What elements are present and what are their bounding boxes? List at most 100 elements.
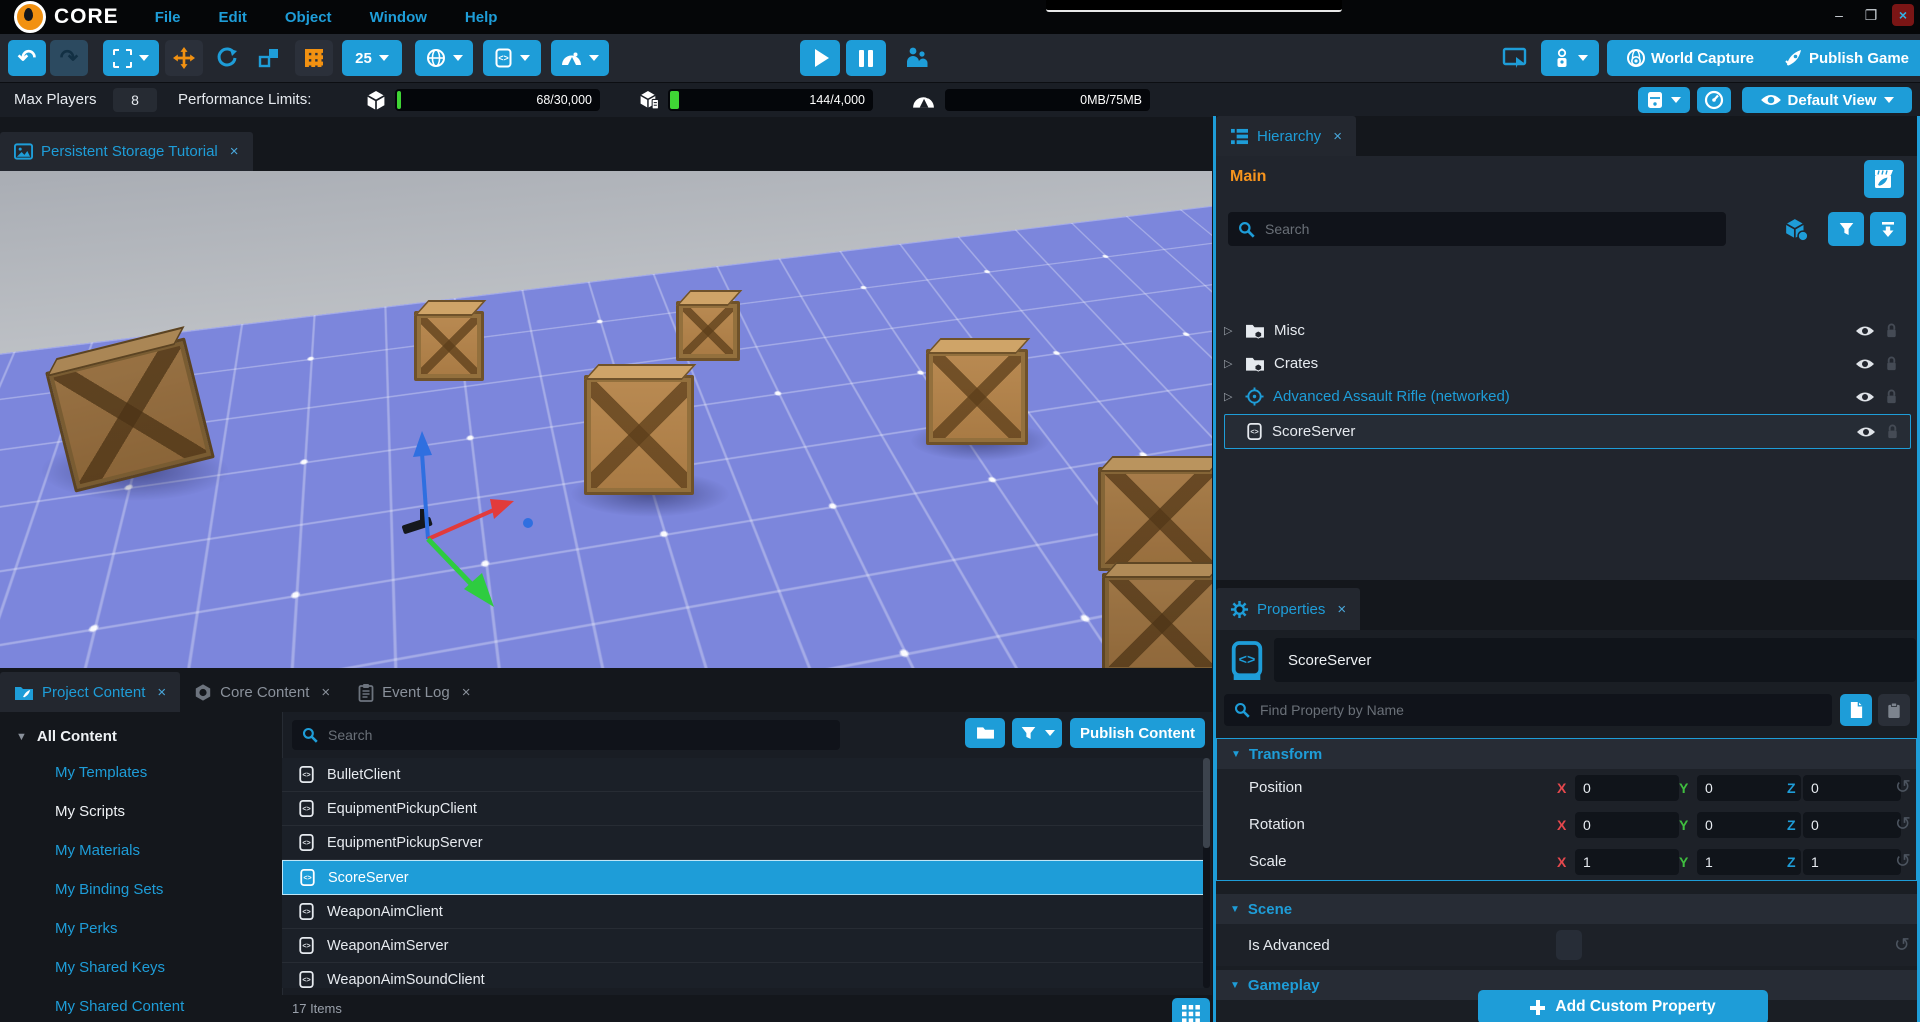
transform-gizmo[interactable] xyxy=(360,421,590,621)
3d-viewport[interactable] xyxy=(0,171,1212,668)
menu-edit[interactable]: Edit xyxy=(219,9,247,26)
tree-item-my-shared-content[interactable]: My Shared Content xyxy=(0,987,282,1022)
script-dropdown[interactable]: <> xyxy=(483,40,541,76)
file-row-selected[interactable]: <> ScoreServer xyxy=(282,860,1204,895)
undo-button[interactable]: ↶ xyxy=(8,40,46,76)
window-minimize-button[interactable]: – xyxy=(1828,4,1850,26)
scrollbar-thumb[interactable] xyxy=(1203,758,1210,848)
find-property-search[interactable] xyxy=(1224,694,1832,726)
reset-icon[interactable]: ↺ xyxy=(1894,934,1910,957)
select-tool-button[interactable] xyxy=(103,40,159,76)
rotation-z-input[interactable] xyxy=(1803,812,1901,838)
scale-y-input[interactable] xyxy=(1697,849,1801,875)
position-z-input[interactable] xyxy=(1803,775,1901,801)
close-tab-icon[interactable]: × xyxy=(1333,128,1342,145)
tree-item-my-shared-keys[interactable]: My Shared Keys xyxy=(0,948,282,987)
crate[interactable] xyxy=(414,311,484,381)
scene-section-header[interactable]: ▼ Scene xyxy=(1216,894,1917,924)
tree-root-all-content[interactable]: ▼ All Content xyxy=(0,712,282,745)
publish-content-button[interactable]: Publish Content xyxy=(1070,718,1205,748)
paste-properties-button[interactable] xyxy=(1878,694,1910,726)
world-settings-dropdown[interactable] xyxy=(415,40,473,76)
transform-section-header[interactable]: ▼ Transform xyxy=(1217,739,1916,769)
hierarchy-item-scoreserver[interactable]: ▷ <> ScoreServer xyxy=(1224,414,1911,449)
redo-button[interactable]: ↷ xyxy=(50,40,88,76)
menu-object[interactable]: Object xyxy=(285,9,332,26)
multiplayer-preview-button[interactable] xyxy=(896,40,936,76)
scale-z-input[interactable] xyxy=(1803,849,1901,875)
filter-dropdown-button[interactable] xyxy=(1012,718,1062,748)
tab-event-log[interactable]: Event Log × xyxy=(344,672,484,712)
performance-gauge-button[interactable] xyxy=(1697,87,1731,113)
add-custom-property-button[interactable]: Add Custom Property xyxy=(1478,990,1768,1022)
file-row[interactable]: <> WeaponAimServer xyxy=(282,929,1204,963)
hierarchy-search-input[interactable] xyxy=(1263,211,1726,247)
close-tab-icon[interactable]: × xyxy=(230,143,239,160)
tab-persistent-storage-tutorial[interactable]: Persistent Storage Tutorial × xyxy=(0,132,253,171)
find-property-input[interactable] xyxy=(1258,693,1832,727)
grid-snap-button[interactable] xyxy=(295,40,333,76)
scale-tool-button[interactable] xyxy=(250,40,288,76)
tab-properties[interactable]: Properties × xyxy=(1216,588,1360,630)
close-tab-icon[interactable]: × xyxy=(321,684,330,701)
expand-triangle-icon[interactable]: ▷ xyxy=(1224,324,1236,337)
visibility-eye-icon[interactable] xyxy=(1855,324,1875,338)
reset-icon[interactable]: ↺ xyxy=(1895,850,1911,873)
lock-icon[interactable] xyxy=(1885,423,1900,440)
window-restore-button[interactable]: ❐ xyxy=(1860,4,1882,26)
networked-object-toggle-icon[interactable] xyxy=(1784,218,1810,242)
bot-tools-dropdown[interactable] xyxy=(1541,40,1599,76)
menu-file[interactable]: File xyxy=(155,9,181,26)
visibility-eye-icon[interactable] xyxy=(1855,357,1875,371)
hierarchy-filter-button[interactable] xyxy=(1828,212,1864,246)
rotation-x-input[interactable] xyxy=(1575,812,1679,838)
is-advanced-checkbox[interactable] xyxy=(1556,930,1582,960)
position-y-input[interactable] xyxy=(1697,775,1801,801)
lock-icon[interactable] xyxy=(1884,355,1899,372)
save-dropdown-button[interactable] xyxy=(1638,87,1690,113)
crate[interactable] xyxy=(1098,467,1212,571)
menu-help[interactable]: Help xyxy=(465,9,498,26)
publish-game-button[interactable]: Publish Game xyxy=(1757,40,1920,76)
reset-icon[interactable]: ↺ xyxy=(1895,776,1911,799)
hierarchy-item-misc[interactable]: ▷ Misc xyxy=(1224,314,1909,347)
visibility-eye-icon[interactable] xyxy=(1855,390,1875,404)
hierarchy-search[interactable] xyxy=(1228,212,1726,246)
lock-icon[interactable] xyxy=(1884,388,1899,405)
expand-triangle-icon[interactable]: ▷ xyxy=(1224,357,1236,370)
terrain-dropdown[interactable] xyxy=(551,40,609,76)
copy-properties-button[interactable] xyxy=(1840,694,1872,726)
close-tab-icon[interactable]: × xyxy=(462,684,471,701)
crate[interactable] xyxy=(676,301,740,361)
reset-icon[interactable]: ↺ xyxy=(1895,813,1911,836)
crate[interactable] xyxy=(926,349,1028,445)
close-tab-icon[interactable]: × xyxy=(157,684,166,701)
file-row[interactable]: <> BulletClient xyxy=(282,758,1204,792)
screen-share-button[interactable] xyxy=(1495,40,1535,76)
rotation-y-input[interactable] xyxy=(1697,812,1801,838)
file-row[interactable]: <> EquipmentPickupClient xyxy=(282,792,1204,826)
grid-view-button[interactable] xyxy=(1172,998,1210,1022)
tree-item-my-materials[interactable]: My Materials xyxy=(0,831,282,870)
window-close-button[interactable]: × xyxy=(1892,4,1914,26)
tab-project-content[interactable]: Project Content × xyxy=(0,672,180,712)
file-list-scrollbar[interactable] xyxy=(1203,758,1210,988)
hierarchy-root-label[interactable]: Main xyxy=(1230,168,1266,186)
play-button[interactable] xyxy=(800,40,840,76)
visibility-eye-icon[interactable] xyxy=(1856,425,1876,439)
tab-hierarchy[interactable]: Hierarchy × xyxy=(1216,116,1356,156)
tab-core-content[interactable]: Core Content × xyxy=(180,672,344,712)
position-x-input[interactable] xyxy=(1575,775,1679,801)
file-row[interactable]: <> WeaponAimClient xyxy=(282,895,1204,929)
crate[interactable] xyxy=(584,375,694,495)
open-folder-button[interactable] xyxy=(965,718,1005,748)
close-tab-icon[interactable]: × xyxy=(1337,601,1346,618)
pause-button[interactable] xyxy=(846,40,886,76)
rotate-tool-button[interactable] xyxy=(208,40,246,76)
tree-item-my-scripts[interactable]: My Scripts xyxy=(0,792,282,831)
file-row[interactable]: <> EquipmentPickupServer xyxy=(282,826,1204,860)
scale-x-input[interactable] xyxy=(1575,849,1679,875)
tree-item-my-templates[interactable]: My Templates xyxy=(0,753,282,792)
object-name-field[interactable]: ScoreServer xyxy=(1274,638,1916,682)
tree-item-my-binding-sets[interactable]: My Binding Sets xyxy=(0,870,282,909)
